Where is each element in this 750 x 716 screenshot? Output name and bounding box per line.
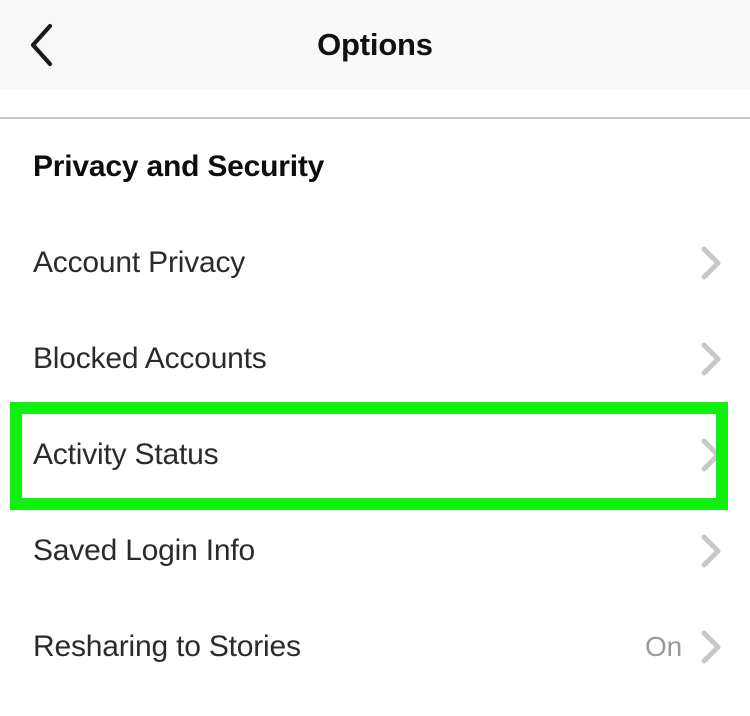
chevron-right-icon (698, 311, 724, 407)
list-item-activity-status[interactable]: Activity Status (0, 407, 750, 503)
list-item-value: On (645, 631, 682, 662)
list-item-label: Blocked Accounts (33, 342, 267, 375)
chevron-right-icon (698, 503, 724, 599)
list-item-label: Account Privacy (33, 246, 246, 279)
page-title: Options (317, 27, 433, 62)
section-header-privacy-and-security: Privacy and Security (33, 150, 325, 183)
chevron-right-icon (698, 407, 724, 503)
chevron-right-icon (698, 599, 724, 695)
list-item-label: Saved Login Info (33, 534, 255, 567)
list-item-account-privacy[interactable]: Account Privacy (0, 215, 750, 311)
chevron-right-icon (698, 215, 724, 311)
list-item-saved-login-info[interactable]: Saved Login Info (0, 503, 750, 599)
settings-list: Privacy and Security Account Privacy Blo… (0, 119, 750, 716)
list-item-blocked-accounts[interactable]: Blocked Accounts (0, 311, 750, 407)
navigation-bar: Options (0, 0, 750, 89)
list-item-label: Resharing to Stories (33, 630, 301, 663)
list-item-label: Activity Status (33, 438, 219, 471)
options-screen: Options Privacy and Security Account Pri… (0, 0, 750, 716)
list-item-resharing-to-stories[interactable]: Resharing to Stories On (0, 599, 750, 695)
